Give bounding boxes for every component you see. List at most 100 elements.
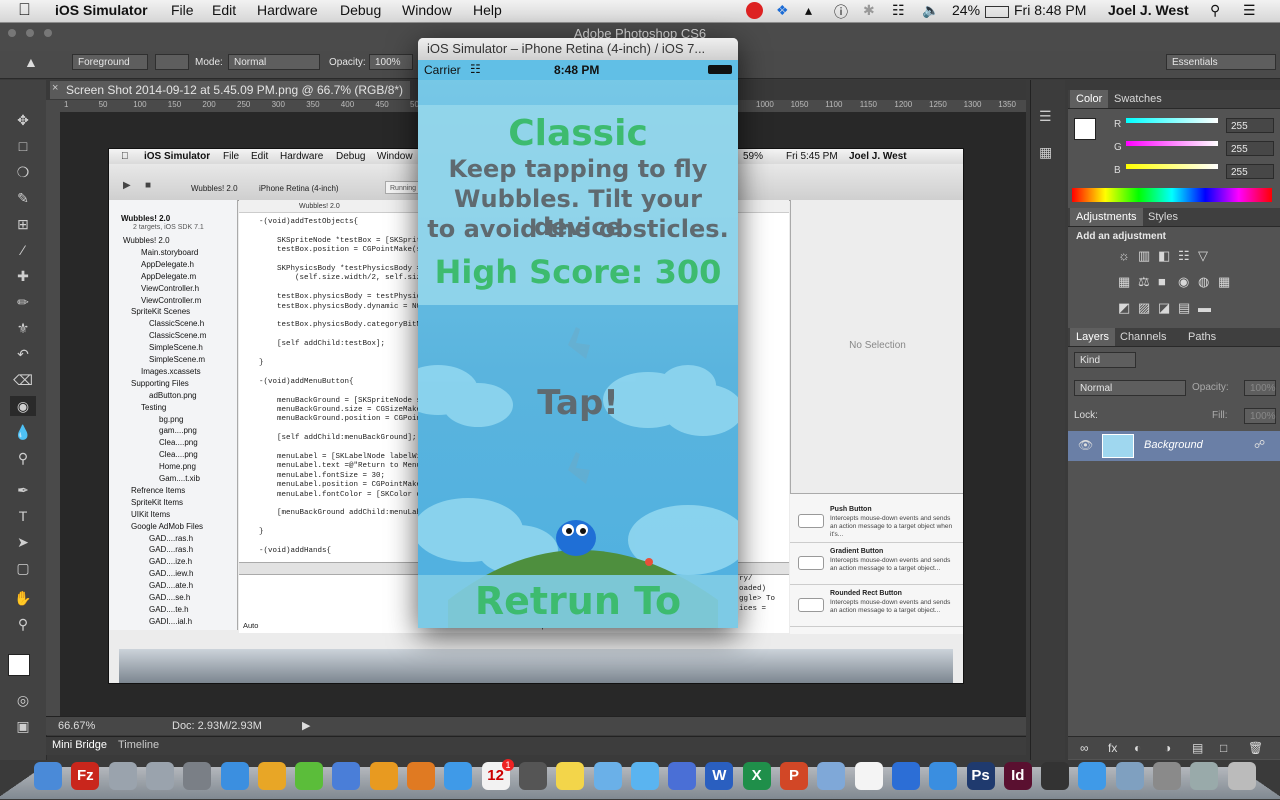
indesign-dock-icon[interactable]: Id [1003, 762, 1032, 790]
path-select-icon[interactable]: ➤ [10, 532, 36, 552]
link-layers-icon[interactable]: ∞ [1080, 741, 1089, 755]
shape-tool-icon[interactable]: ▢ [10, 558, 36, 578]
notification-center-icon[interactable]: ☰ [1243, 2, 1256, 19]
screen-mode-icon[interactable]: ▣ [10, 716, 36, 736]
tab-channels[interactable]: Channels [1114, 328, 1172, 346]
app-store-dock-icon[interactable] [444, 762, 473, 790]
history-panel-icon[interactable]: ☰ [1039, 108, 1052, 125]
add-mask-icon[interactable]: ◐ [1134, 741, 1141, 755]
trash-dock-icon[interactable] [1227, 762, 1256, 790]
menubar-user[interactable]: Joel J. West [1108, 2, 1189, 18]
dropbox-icon[interactable]: ❖ [776, 2, 789, 19]
layer-visibility-icon[interactable]: 👁 [1078, 438, 1093, 452]
tab-adjustments[interactable]: Adjustments [1070, 208, 1143, 226]
paint-bucket-tool-icon[interactable]: ◉ [10, 396, 36, 416]
crop-tool-icon[interactable]: ⊞ [10, 214, 36, 234]
tab-mini-bridge[interactable]: Mini Bridge [52, 739, 107, 751]
spotlight-icon[interactable]: ⚲ [1210, 2, 1220, 19]
filezilla-dock-icon[interactable]: Fz [71, 762, 100, 790]
adjustment-icon[interactable]: ▤ [1178, 300, 1190, 316]
blur-tool-icon[interactable]: 💧 [10, 422, 36, 442]
zoom-tool-icon[interactable]: ⚲ [10, 614, 36, 634]
delete-layer-icon[interactable]: 🗑 [1248, 741, 1263, 755]
fill-source-select[interactable]: Foreground [72, 54, 148, 70]
menu-window[interactable]: Window [402, 2, 452, 18]
opacity-field[interactable]: 100% [369, 54, 413, 70]
adjustment-icon[interactable]: ▽ [1198, 248, 1208, 264]
foreground-color-swatch[interactable] [8, 654, 30, 676]
adjustment-icon[interactable]: ☼ [1118, 248, 1130, 263]
tab-paths[interactable]: Paths [1182, 328, 1222, 346]
aperture-dock-icon[interactable] [1041, 762, 1070, 790]
system-preferences-dock-icon[interactable] [1153, 762, 1181, 790]
return-to-menu-button[interactable]: Retrun To Menu [418, 579, 738, 628]
app-store-dock-icon[interactable] [1078, 762, 1107, 790]
close-tab-icon[interactable]: × [52, 82, 58, 94]
properties-panel-icon[interactable]: ▦ [1039, 144, 1052, 161]
adjustment-icon[interactable]: ◉ [1178, 274, 1189, 290]
menu-button-band[interactable]: Retrun To Menu [418, 575, 738, 628]
channel-r-slider[interactable] [1126, 118, 1218, 123]
simulator-title[interactable]: iOS Simulator – iPhone Retina (4-inch) /… [418, 38, 738, 60]
wifi-icon[interactable]: ☷ [892, 2, 905, 19]
menu-hardware[interactable]: Hardware [257, 2, 318, 18]
zoom-level[interactable]: 66.67% [58, 720, 95, 732]
paint-bucket-icon[interactable]: ▲ [24, 54, 46, 72]
tab-layers[interactable]: Layers [1070, 328, 1116, 346]
phone-screen[interactable]: Carrier ☷ 8:48 PM Classic Keep tapping t… [418, 60, 738, 628]
tab-color[interactable]: Color [1070, 90, 1109, 108]
new-group-icon[interactable]: ▤ [1192, 741, 1203, 755]
battery-percent[interactable]: 24% [952, 2, 980, 18]
lasso-tool-icon[interactable]: ❍ [10, 162, 36, 182]
new-adjustment-icon[interactable]: ◑ [1164, 741, 1171, 755]
layer-filter-kind[interactable]: Kind [1074, 352, 1136, 368]
chrome-dock-icon[interactable] [257, 762, 286, 790]
adjustment-icon[interactable]: ◧ [1158, 248, 1170, 264]
channel-g-value[interactable]: 255 [1226, 141, 1274, 156]
volume-icon[interactable]: 🔈 [922, 2, 939, 19]
adjustment-icon[interactable]: ◍ [1198, 274, 1209, 290]
new-layer-icon[interactable]: □ [1220, 741, 1227, 755]
photoshop-dock-icon[interactable]: Ps [966, 762, 995, 790]
dodge-tool-icon[interactable]: ⚲ [10, 448, 36, 468]
tab-timeline[interactable]: Timeline [118, 739, 159, 751]
adjustment-icon[interactable]: ⚖ [1138, 274, 1150, 290]
channel-g-slider[interactable] [1126, 141, 1218, 146]
tab-styles[interactable]: Styles [1142, 208, 1184, 226]
automator-dock-icon[interactable] [108, 762, 137, 790]
record-icon[interactable] [746, 2, 763, 19]
layer-opacity-field[interactable]: 100% [1244, 380, 1276, 396]
adjustment-icon[interactable]: ▥ [1138, 248, 1150, 264]
finder-dock-icon[interactable] [34, 762, 62, 790]
ibooks-dock-icon[interactable] [407, 762, 435, 790]
drive-icon[interactable]: ▴ [805, 2, 812, 19]
itunes-dock-icon[interactable] [332, 762, 361, 790]
document-tab[interactable]: Screen Shot 2014-09-12 at 5.45.09 PM.png… [50, 81, 410, 99]
excel-dock-icon[interactable]: X [742, 762, 771, 790]
pencil-dock-icon[interactable] [668, 762, 697, 790]
stamp-tool-icon[interactable]: ⚜ [10, 318, 36, 338]
type-tool-icon[interactable]: T [10, 506, 36, 526]
adjustment-icon[interactable]: ◪ [1158, 300, 1170, 316]
launchpad-dock-icon[interactable] [183, 762, 212, 790]
healing-brush-icon[interactable]: ✚ [10, 266, 36, 286]
spotify-dock-icon[interactable] [295, 762, 324, 790]
menu-debug[interactable]: Debug [340, 2, 381, 18]
apple-menu-icon[interactable]:  [18, 0, 31, 20]
menu-help[interactable]: Help [473, 2, 502, 18]
fx-icon[interactable]: fx [1108, 741, 1117, 755]
alert-icon[interactable]: ⓘ [834, 2, 848, 22]
textedit-dock-icon[interactable] [854, 762, 883, 790]
xcode-dock-icon[interactable] [891, 762, 920, 790]
layer-row-background[interactable]: 👁 Background ☍ [1068, 431, 1280, 461]
color-spectrum[interactable] [1072, 188, 1272, 202]
word-dock-icon[interactable]: W [705, 762, 734, 790]
script-editor-dock-icon[interactable] [1190, 762, 1219, 790]
quick-mask-icon[interactable]: ◎ [10, 690, 36, 710]
layer-blend-mode[interactable]: Normal [1074, 380, 1186, 396]
safari-dock-icon[interactable] [220, 762, 249, 790]
network-dock-icon[interactable] [817, 762, 846, 790]
menu-edit[interactable]: Edit [212, 2, 236, 18]
plex-dock-icon[interactable] [369, 762, 398, 790]
channel-b-value[interactable]: 255 [1226, 164, 1274, 179]
